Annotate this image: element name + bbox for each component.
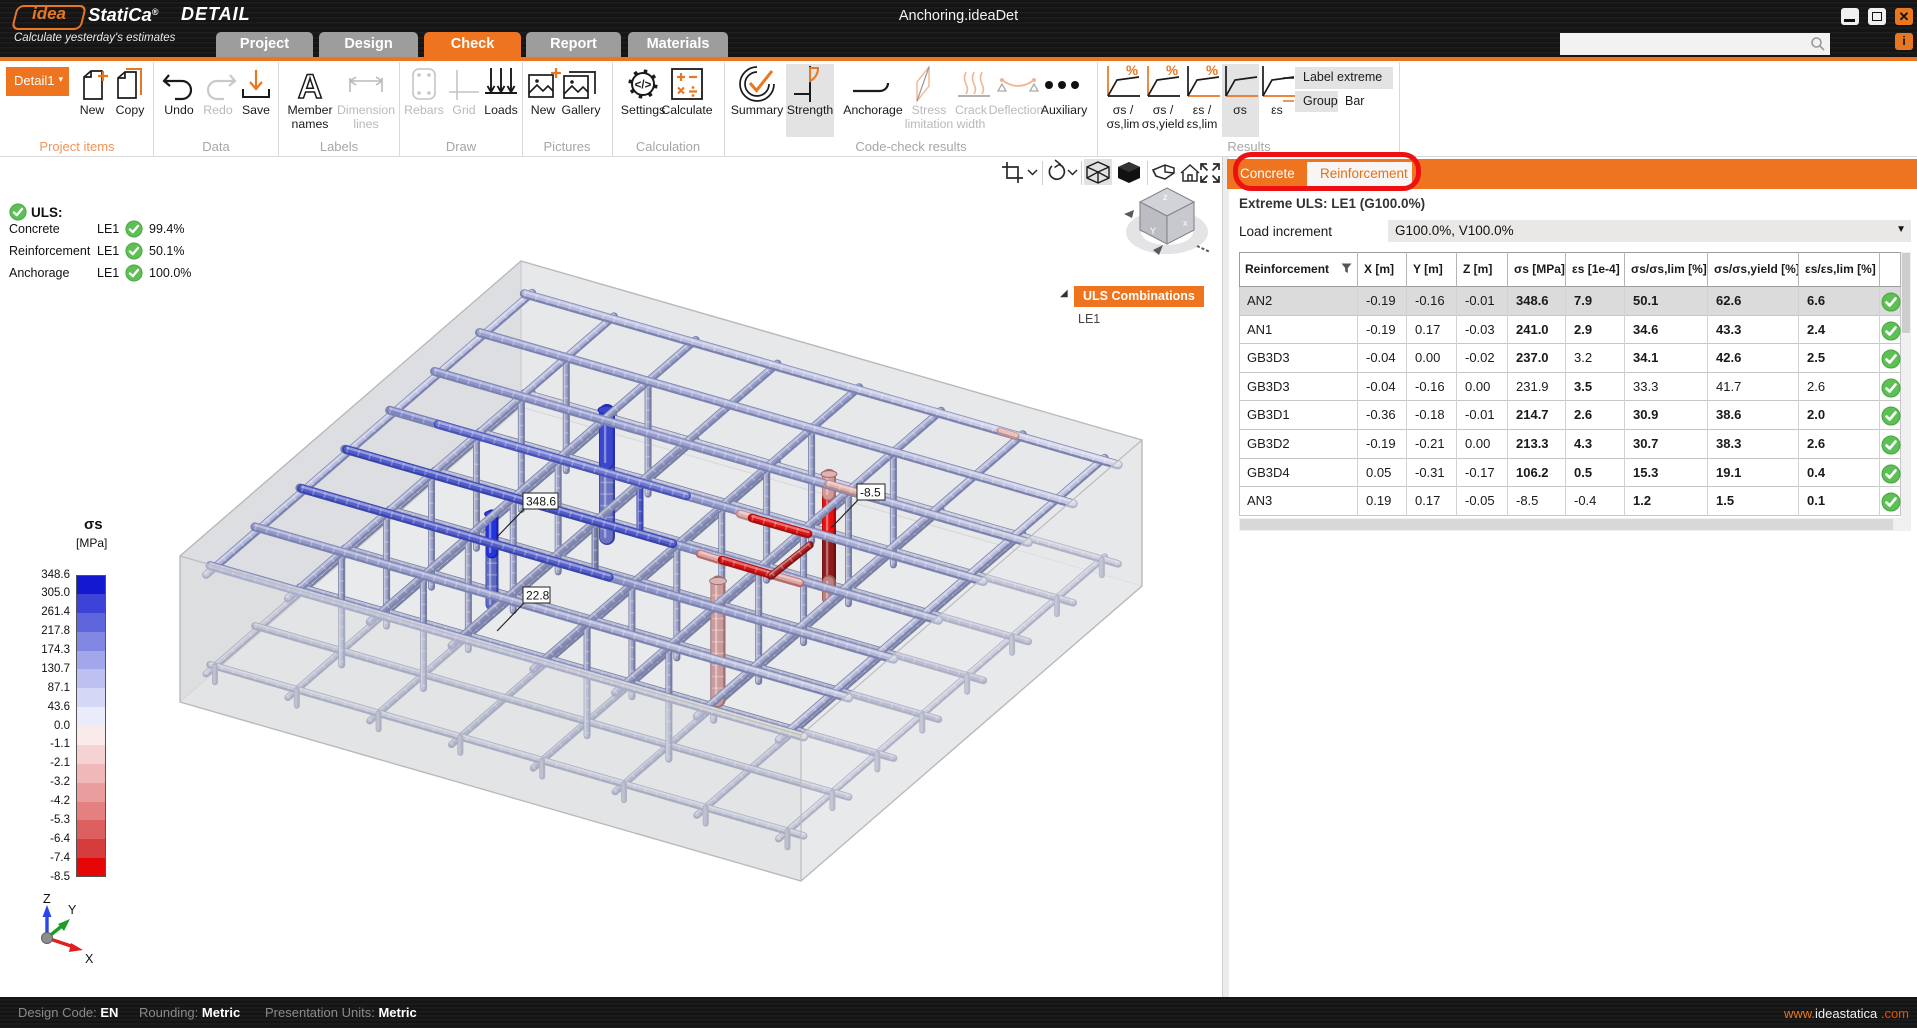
svg-text:x: x	[1183, 218, 1188, 228]
svg-text:22.8: 22.8	[526, 589, 550, 603]
svg-text:Y: Y	[68, 903, 77, 917]
svg-text:%: %	[1166, 64, 1178, 78]
svg-text:</>: </>	[635, 80, 652, 92]
svg-text:%: %	[1206, 64, 1218, 78]
svg-text:z: z	[1163, 192, 1168, 202]
svg-text:A: A	[298, 68, 323, 102]
svg-text:Z: Z	[43, 893, 51, 906]
svg-text:-8.5: -8.5	[860, 486, 881, 500]
svg-text:348.6: 348.6	[526, 495, 556, 509]
svg-text:Y: Y	[1150, 226, 1156, 236]
svg-text:%: %	[1126, 64, 1138, 78]
svg-text:X: X	[85, 952, 94, 966]
